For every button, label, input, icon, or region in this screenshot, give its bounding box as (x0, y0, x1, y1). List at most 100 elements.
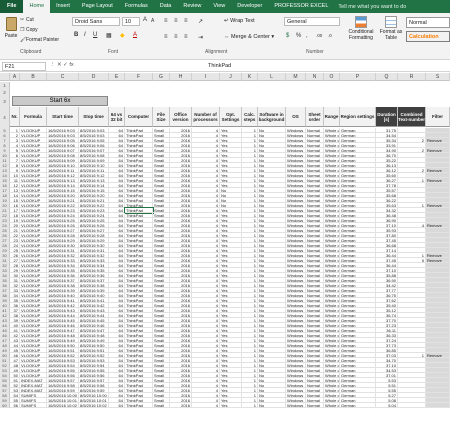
row-header[interactable]: 60 (0, 403, 10, 408)
table-cell[interactable]: No (258, 403, 286, 408)
column-header-g[interactable]: G (153, 73, 170, 81)
table-cell[interactable]: 16/5/2016 10:02 (47, 403, 79, 408)
number-format-box[interactable]: General (284, 17, 340, 26)
header-cell[interactable]: Formula (20, 107, 47, 127)
table-cell[interactable] (398, 403, 426, 408)
header-cell[interactable]: Region settings (340, 107, 376, 127)
column-header-r[interactable]: R (398, 73, 426, 81)
tab-file[interactable]: File (0, 0, 24, 13)
header-cell[interactable]: Calc. steps (242, 107, 258, 127)
tab-developer[interactable]: Developer (231, 0, 268, 13)
column-header-q[interactable]: Q (376, 73, 398, 81)
tab-professor-excel[interactable]: PROFESSOR EXCEL (268, 0, 334, 13)
borders-icon[interactable]: ▦ (106, 32, 112, 39)
column-header-m[interactable]: M (286, 73, 306, 81)
table-cell[interactable]: Small (153, 403, 170, 408)
table-cell[interactable]: 56 (10, 403, 20, 408)
tab-view[interactable]: View (207, 0, 231, 13)
style-normal[interactable]: Normal (406, 17, 450, 28)
header-cell[interactable]: Software in background (258, 107, 286, 127)
table-cell[interactable]: Whole column (324, 403, 340, 408)
table-cell[interactable]: Windows (286, 403, 306, 408)
fill-color-icon[interactable]: ◆ (120, 32, 125, 39)
row-header[interactable]: 4 (0, 107, 10, 128)
name-box[interactable]: F21 (2, 62, 46, 71)
column-header-n[interactable]: N (306, 73, 324, 81)
format-as-table-button[interactable]: Format as Table (378, 16, 404, 48)
align-bottom-icon[interactable]: ≡ (184, 18, 188, 24)
table-cell[interactable]: 4 (192, 403, 220, 408)
header-cell[interactable]: Number of processors (192, 107, 220, 127)
column-header-j[interactable]: J (220, 73, 242, 81)
font-size-box[interactable]: 10 (122, 17, 140, 26)
font-color-icon[interactable]: A (133, 32, 137, 38)
table-cell[interactable]: 8/5/2016 10:02 (79, 403, 109, 408)
orientation-icon[interactable]: ↗ (198, 18, 203, 25)
table-cell[interactable]: 64 (109, 403, 125, 408)
decrease-decimal-icon[interactable]: .0 (328, 33, 332, 38)
tab-review[interactable]: Review (177, 0, 207, 13)
header-cell[interactable]: Computer (125, 107, 153, 127)
percent-icon[interactable]: % (296, 33, 301, 39)
cut-button[interactable]: ✂ Cut (20, 17, 34, 23)
currency-icon[interactable]: $ (286, 33, 289, 39)
column-header-b[interactable]: B (20, 73, 47, 81)
row-header[interactable]: 3 (0, 96, 10, 107)
table-cell[interactable]: Yes (220, 403, 242, 408)
column-header-d[interactable]: D (79, 73, 109, 81)
fx-icon[interactable]: fx (69, 62, 73, 68)
column-header-i[interactable]: I (192, 73, 220, 81)
header-cell[interactable]: Duration [s] (376, 107, 398, 127)
header-cell[interactable]: Combined Text-number (398, 107, 426, 127)
header-cell[interactable]: Start time (47, 107, 79, 127)
decrease-font-icon[interactable]: A (151, 18, 154, 24)
align-top-icon[interactable]: ≡ (164, 18, 168, 24)
column-header-a[interactable]: A (10, 73, 20, 81)
style-calculation[interactable]: Calculation (406, 31, 450, 42)
header-cell[interactable]: Filter (426, 107, 450, 127)
table-cell[interactable] (426, 403, 450, 408)
header-cell[interactable]: File Size (153, 107, 170, 127)
increase-decimal-icon[interactable]: .00 (316, 33, 322, 38)
column-header-o[interactable]: O (324, 73, 340, 81)
tab-insert[interactable]: Insert (50, 0, 76, 13)
merge-center-button[interactable]: ⇔ Merge & Center ▾ (224, 34, 274, 40)
table-cell[interactable]: Normal (306, 403, 324, 408)
column-header-p[interactable]: P (340, 73, 376, 81)
indent-icon[interactable]: ⇥ (198, 34, 203, 41)
row-header[interactable]: 1 (0, 82, 10, 90)
column-header-h[interactable]: H (170, 73, 192, 81)
start-button[interactable]: Start 6x (12, 96, 108, 106)
tab-home[interactable]: Home (23, 0, 51, 13)
header-cell[interactable]: 64 vs 32 bit (109, 107, 125, 127)
header-cell[interactable]: Nr. (10, 107, 20, 127)
table-cell[interactable]: 5.04 (376, 403, 398, 408)
column-header-l[interactable]: L (258, 73, 286, 81)
font-name-box[interactable]: Droid Sans (72, 17, 120, 26)
tell-me-search[interactable]: Tell me what you want to do (338, 4, 406, 10)
select-all-corner[interactable] (0, 73, 10, 81)
header-cell[interactable]: Stop time (79, 107, 109, 127)
header-cell[interactable]: Office version (170, 107, 192, 127)
align-middle-icon[interactable]: ≡ (174, 18, 178, 24)
conditional-formatting-button[interactable]: Conditional Formatting (346, 16, 376, 48)
column-header-c[interactable]: C (47, 73, 79, 81)
format-painter-button[interactable]: 🖌Format Painter (20, 37, 59, 43)
header-cell[interactable]: Sheet order (306, 107, 324, 127)
align-right-icon[interactable]: ≡ (184, 34, 188, 40)
column-header-f[interactable]: F (125, 73, 153, 81)
table-cell[interactable]: SUMIFS (20, 403, 47, 408)
column-header-e[interactable]: E (109, 73, 125, 81)
underline-button[interactable]: U (93, 32, 97, 38)
paste-button[interactable]: Paste (3, 16, 19, 48)
header-cell[interactable]: Range (324, 107, 340, 127)
header-cell[interactable]: Opt. Settings (220, 107, 242, 127)
bold-button[interactable]: B (74, 32, 78, 38)
copy-button[interactable]: ❐ Copy (20, 27, 38, 33)
align-left-icon[interactable]: ≡ (164, 34, 168, 40)
comma-icon[interactable]: , (306, 33, 308, 39)
italic-button[interactable]: I (84, 32, 86, 38)
tab-data[interactable]: Data (154, 0, 178, 13)
tab-page-layout[interactable]: Page Layout (76, 0, 119, 13)
column-header-s[interactable]: S (426, 73, 450, 81)
